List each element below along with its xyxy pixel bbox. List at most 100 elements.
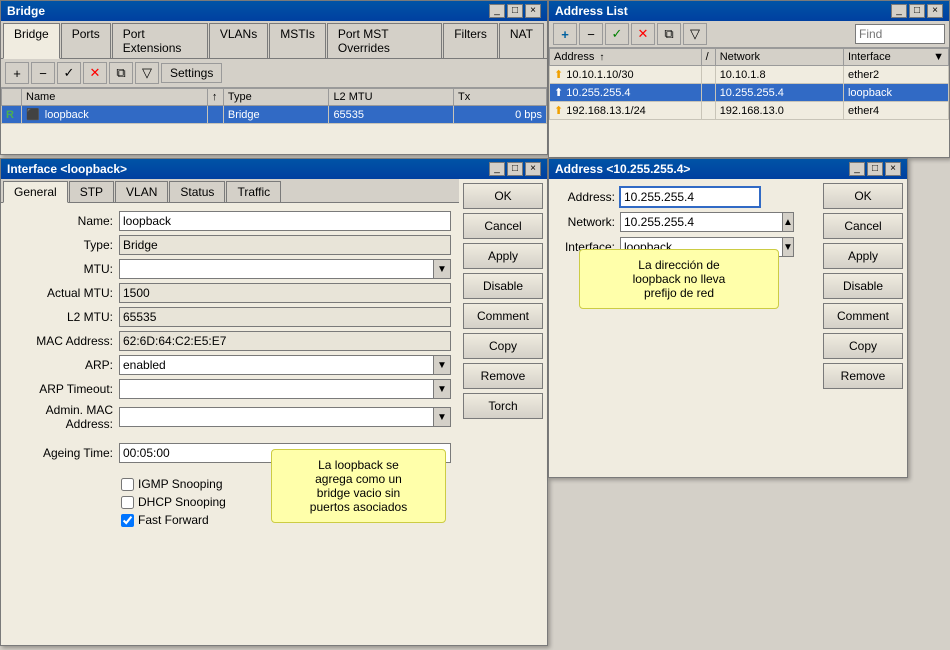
- interface-tab-traffic[interactable]: Traffic: [226, 181, 281, 202]
- bridge-add-btn[interactable]: +: [5, 62, 29, 84]
- bridge-remove-btn[interactable]: −: [31, 62, 55, 84]
- bridge-maximize-btn[interactable]: □: [507, 4, 523, 18]
- bridge-tab-portextensions[interactable]: Port Extensions: [112, 23, 208, 58]
- arp-dropdown-btn[interactable]: ▼: [433, 355, 451, 375]
- interface-torch-btn[interactable]: Torch: [463, 393, 543, 419]
- bridge-row-type-sort: [207, 106, 223, 124]
- addr-row1-network: 10.10.1.8: [715, 66, 843, 84]
- table-row[interactable]: R ⬛ loopback Bridge 65535 0 bps: [2, 106, 547, 124]
- addr-network-dropdown-btn[interactable]: ▲: [782, 212, 794, 232]
- interface-tab-status[interactable]: Status: [169, 181, 225, 202]
- bridge-col-sort[interactable]: ↑: [207, 89, 223, 106]
- addrlist-enable-btn[interactable]: ✓: [605, 23, 629, 45]
- interface-disable-btn[interactable]: Disable: [463, 273, 543, 299]
- bridge-filter-btn[interactable]: ▽: [135, 62, 159, 84]
- addrlist-add-btn[interactable]: +: [553, 23, 577, 45]
- interface-close-btn[interactable]: ×: [525, 162, 541, 176]
- table-row[interactable]: ⬆ 192.168.13.1/24 192.168.13.0 ether4: [550, 102, 949, 120]
- admin-mac-dropdown-btn[interactable]: ▼: [433, 407, 451, 427]
- bridge-tab-mstis[interactable]: MSTIs: [269, 23, 326, 58]
- actual-mtu-input: [119, 283, 451, 303]
- bridge-tab-ports[interactable]: Ports: [61, 23, 111, 58]
- arp-timeout-dropdown-btn[interactable]: ▼: [433, 379, 451, 399]
- addrlist-close-btn[interactable]: ×: [927, 4, 943, 18]
- bridge-tab-nat[interactable]: NAT: [499, 23, 544, 58]
- bridge-minimize-btn[interactable]: _: [489, 4, 505, 18]
- address-dialog-action-buttons: OK Cancel Apply Disable Comment Copy Rem…: [819, 179, 907, 393]
- bridge-enable-btn[interactable]: ✓: [57, 62, 81, 84]
- mtu-dropdown-btn[interactable]: ▼: [433, 259, 451, 279]
- bridge-tab-portmst[interactable]: Port MST Overrides: [327, 23, 442, 58]
- addrdialog-apply-btn[interactable]: Apply: [823, 243, 903, 269]
- mtu-input[interactable]: [119, 259, 433, 279]
- interface-apply-btn[interactable]: Apply: [463, 243, 543, 269]
- addrlist-col-interface[interactable]: Interface ▼: [843, 49, 948, 66]
- dhcp-checkbox[interactable]: [121, 496, 134, 509]
- addrdialog-close-btn[interactable]: ×: [885, 162, 901, 176]
- addrlist-filter-btn[interactable]: ▽: [683, 23, 707, 45]
- interface-remove-btn[interactable]: Remove: [463, 363, 543, 389]
- addrlist-maximize-btn[interactable]: □: [909, 4, 925, 18]
- addrdialog-comment-btn[interactable]: Comment: [823, 303, 903, 329]
- addrlist-minimize-btn[interactable]: _: [891, 4, 907, 18]
- interface-copy-btn[interactable]: Copy: [463, 333, 543, 359]
- addrlist-copy-btn[interactable]: ⧉: [657, 23, 681, 45]
- table-row[interactable]: ⬆ 10.255.255.4 10.255.255.4 loopback: [550, 84, 949, 102]
- address-list-titlebar: Address List _ □ ×: [549, 1, 949, 21]
- arp-timeout-input[interactable]: [119, 379, 433, 399]
- addr-interface-dropdown-btn[interactable]: ▼: [782, 237, 794, 257]
- interface-cancel-btn[interactable]: Cancel: [463, 213, 543, 239]
- interface-callout: La loopback seagrega como unbridge vacio…: [271, 449, 446, 523]
- arp-input[interactable]: [119, 355, 433, 375]
- interface-comment-btn[interactable]: Comment: [463, 303, 543, 329]
- bridge-tab-filters[interactable]: Filters: [443, 23, 498, 58]
- addrlist-col-network[interactable]: Network: [715, 49, 843, 66]
- interface-minimize-btn[interactable]: _: [489, 162, 505, 176]
- bridge-table-container: Name ↑ Type L2 MTU Tx R ⬛ loopback Bridg…: [1, 88, 547, 124]
- interface-tab-general[interactable]: General: [3, 181, 68, 203]
- addrdialog-maximize-btn[interactable]: □: [867, 162, 883, 176]
- addr-network-input[interactable]: [620, 212, 782, 232]
- interface-tab-vlan[interactable]: VLAN: [115, 181, 168, 202]
- fast-forward-checkbox[interactable]: [121, 514, 134, 527]
- addrlist-disable-btn[interactable]: ✕: [631, 23, 655, 45]
- bridge-copy-btn[interactable]: ⧉: [109, 62, 133, 84]
- bridge-col-type[interactable]: Type: [223, 89, 329, 106]
- addrdialog-cancel-btn[interactable]: Cancel: [823, 213, 903, 239]
- bridge-tab-bridge[interactable]: Bridge: [3, 23, 60, 59]
- addrdialog-copy-btn[interactable]: Copy: [823, 333, 903, 359]
- addrdialog-ok-btn[interactable]: OK: [823, 183, 903, 209]
- bridge-settings-btn[interactable]: Settings: [161, 63, 222, 83]
- igmp-checkbox[interactable]: [121, 478, 134, 491]
- bridge-close-btn[interactable]: ×: [525, 4, 541, 18]
- name-row: Name:: [1, 211, 459, 231]
- mac-row: MAC Address:: [1, 331, 459, 351]
- addrlist-col-dropdown[interactable]: ▼: [933, 51, 944, 63]
- bridge-disable-btn[interactable]: ✕: [83, 62, 107, 84]
- bridge-col-tx[interactable]: Tx: [453, 89, 546, 106]
- addrlist-col-address[interactable]: Address ↑: [550, 49, 702, 66]
- address-list-title: Address List: [555, 4, 628, 18]
- addrlist-remove-btn[interactable]: −: [579, 23, 603, 45]
- addr-address-label: Address:: [555, 190, 620, 204]
- arp-timeout-label: ARP Timeout:: [9, 382, 119, 396]
- addrdialog-remove-btn[interactable]: Remove: [823, 363, 903, 389]
- type-row: Type:: [1, 235, 459, 255]
- addr-network-label: Network:: [555, 215, 620, 229]
- interface-tab-stp[interactable]: STP: [69, 181, 114, 202]
- interface-ok-btn[interactable]: OK: [463, 183, 543, 209]
- name-input[interactable]: [119, 211, 451, 231]
- addr-address-input[interactable]: [620, 187, 760, 207]
- bridge-col-name[interactable]: Name: [22, 89, 208, 106]
- table-row[interactable]: ⬆ 10.10.1.10/30 10.10.1.8 ether2: [550, 66, 949, 84]
- addrdialog-disable-btn[interactable]: Disable: [823, 273, 903, 299]
- bridge-tab-vlans[interactable]: VLANs: [209, 23, 268, 58]
- l2mtu-input: [119, 307, 451, 327]
- interface-action-buttons: OK Cancel Apply Disable Comment Copy Rem…: [459, 179, 547, 537]
- admin-mac-input[interactable]: [119, 407, 433, 427]
- addrlist-find-input[interactable]: [855, 24, 945, 44]
- addrdialog-minimize-btn[interactable]: _: [849, 162, 865, 176]
- bridge-col-l2mtu[interactable]: L2 MTU: [329, 89, 454, 106]
- address-dialog-window: Address <10.255.255.4> _ □ × Address: Ne…: [548, 158, 908, 478]
- interface-maximize-btn[interactable]: □: [507, 162, 523, 176]
